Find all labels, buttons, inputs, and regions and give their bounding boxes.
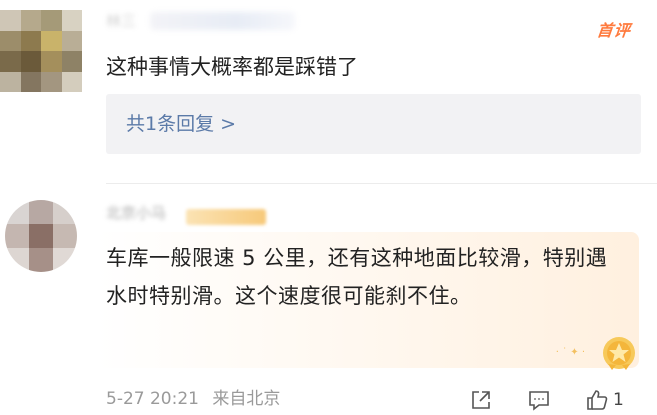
- view-replies-link[interactable]: 共1条回复 >: [126, 111, 236, 137]
- comment-thread: 林三 首评 这种事情大概率都是踩错了 共1条回复 > 北京小马 车库一般限速 5…: [0, 0, 657, 415]
- first-comment-badge: 首评: [595, 21, 632, 40]
- username-redaction: [150, 12, 295, 30]
- user-tag: [186, 209, 266, 225]
- avatar[interactable]: [5, 200, 77, 272]
- like-button[interactable]: 1: [585, 386, 624, 414]
- replies-box: 共1条回复 >: [106, 94, 641, 154]
- comment-text: 车库一般限速 5 公里，还有这种地面比较滑，特别遇水时特别滑。这个速度很可能刹不…: [106, 246, 608, 308]
- avatar-pixelated: [5, 200, 77, 272]
- sparkle-decoration: · ˙ ✦ ·: [555, 347, 585, 358]
- comment-text: 这种事情大概率都是踩错了: [106, 55, 358, 79]
- like-count: 1: [613, 390, 624, 410]
- location: 来自北京: [212, 389, 281, 409]
- avatar[interactable]: [0, 10, 82, 92]
- comment-button[interactable]: [527, 386, 551, 414]
- comment-icon: [529, 391, 549, 411]
- avatar-pixelated: [0, 10, 82, 92]
- medal-icon: [603, 337, 635, 370]
- comment-meta: 5-27 20:21 来自北京: [106, 387, 288, 411]
- divider: [106, 183, 657, 184]
- highlighted-comment: 车库一般限速 5 公里，还有这种地面比较滑，特别遇水时特别滑。这个速度很可能刹不…: [96, 232, 639, 368]
- share-icon: [472, 391, 490, 409]
- timestamp: 5-27 20:21: [106, 389, 199, 409]
- share-button[interactable]: [470, 386, 492, 414]
- thumbs-up-icon: [587, 390, 608, 410]
